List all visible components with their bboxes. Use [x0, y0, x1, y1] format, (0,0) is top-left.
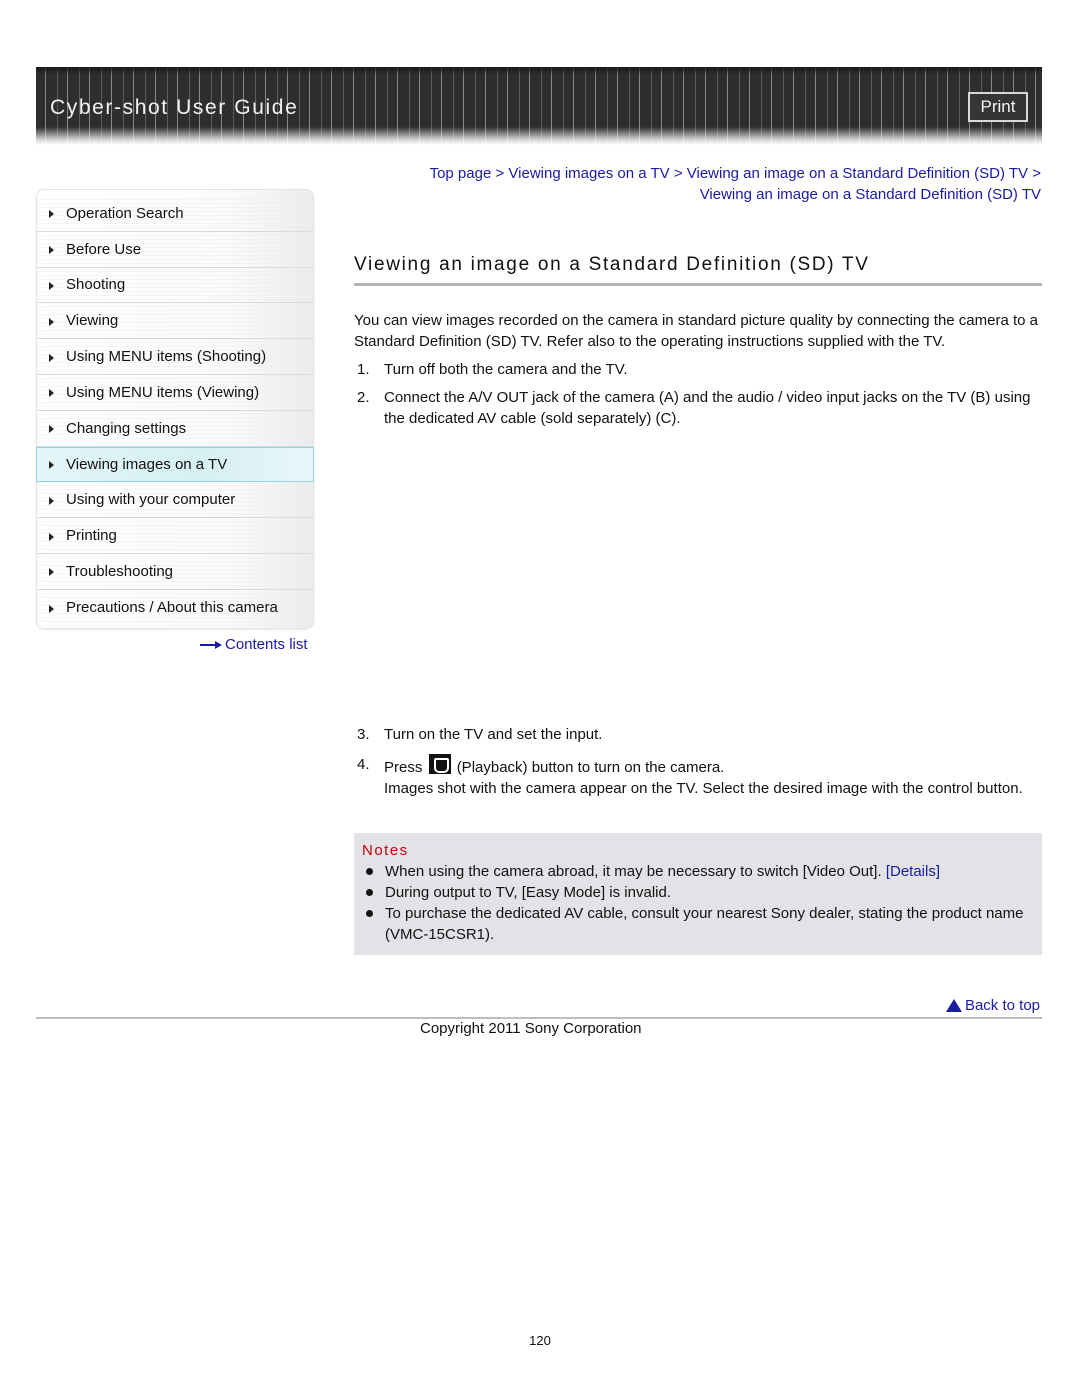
- contents-list-label: Contents list: [225, 636, 308, 653]
- page-title: Viewing an image on a Standard Definitio…: [354, 254, 870, 275]
- step-number: 4.: [357, 756, 370, 773]
- triangle-right-icon: [49, 281, 54, 290]
- bullet-icon: [362, 861, 385, 882]
- sidebar-item-menu-shooting[interactable]: Using MENU items (Shooting): [37, 339, 313, 375]
- breadcrumb-separator: >: [1032, 165, 1041, 182]
- footer-divider: [36, 1017, 1042, 1019]
- notes-box: Notes When using the camera abroad, it m…: [354, 833, 1042, 955]
- sidebar-item-viewing-on-tv[interactable]: Viewing images on a TV: [36, 446, 314, 483]
- step-number: 3.: [357, 726, 370, 743]
- step-text: Press (Playback) button to turn on the c…: [384, 754, 1042, 799]
- sidebar-item-label: Using MENU items (Viewing): [66, 383, 260, 401]
- sidebar-item-shooting[interactable]: Shooting: [37, 267, 313, 304]
- main-content-lower: 3. Turn on the TV and set the input. 4. …: [354, 724, 1042, 806]
- sidebar-item-troubleshooting[interactable]: Troubleshooting: [37, 553, 313, 590]
- breadcrumb-top-page[interactable]: Top page: [430, 165, 492, 182]
- title-divider: [354, 283, 1042, 286]
- sidebar-item-label: Shooting: [66, 276, 126, 294]
- bullet-icon: [362, 903, 385, 945]
- step-number: 1.: [357, 361, 370, 378]
- triangle-right-icon: [49, 389, 54, 398]
- sidebar-item-label: Precautions / About this camera: [66, 599, 278, 617]
- sidebar-item-label: Before Use: [66, 240, 142, 258]
- step-item: 3. Turn on the TV and set the input.: [354, 724, 1042, 745]
- sidebar-item-label: Viewing: [66, 312, 119, 330]
- page-number: 120: [529, 1333, 551, 1348]
- sidebar-item-label: Operation Search: [66, 204, 184, 222]
- sidebar-item-label: Viewing images on a TV: [66, 455, 228, 473]
- intro-paragraph: You can view images recorded on the came…: [354, 312, 1039, 350]
- step-number: 2.: [357, 389, 370, 406]
- sidebar-item-label: Using with your computer: [66, 491, 236, 509]
- breadcrumb-current-page[interactable]: Viewing an image on a Standard Definitio…: [700, 186, 1041, 203]
- note-text: When using the camera abroad, it may be …: [385, 861, 940, 882]
- bullet-icon: [362, 882, 385, 903]
- back-to-top-label: Back to top: [964, 997, 1040, 1014]
- step-text: Connect the A/V OUT jack of the camera (…: [384, 389, 1031, 427]
- step-text: Turn on the TV and set the input.: [384, 726, 603, 743]
- triangle-right-icon: [49, 604, 54, 613]
- triangle-right-icon: [49, 317, 54, 326]
- step-detail: Images shot with the camera appear on th…: [384, 780, 1023, 797]
- main-content: You can view images recorded on the came…: [354, 310, 1042, 436]
- breadcrumb: Top page > Viewing images on a TV > View…: [380, 163, 1041, 205]
- triangle-right-icon: [49, 496, 54, 505]
- step-text-after: (Playback) button to turn on the camera.: [456, 759, 725, 776]
- app-title: Cyber-shot User Guide: [50, 96, 299, 119]
- up-triangle-icon: [945, 999, 962, 1012]
- note-text-body: When using the camera abroad, it may be …: [385, 863, 882, 880]
- note-item: When using the camera abroad, it may be …: [362, 861, 1032, 882]
- triangle-right-icon: [49, 532, 54, 541]
- playback-icon: [428, 754, 451, 774]
- print-button[interactable]: Print: [968, 92, 1028, 122]
- triangle-right-icon: [49, 425, 54, 434]
- sidebar-item-changing-settings[interactable]: Changing settings: [37, 410, 313, 447]
- sidebar-item-precautions[interactable]: Precautions / About this camera: [37, 589, 313, 626]
- note-item: During output to TV, [Easy Mode] is inva…: [362, 882, 1032, 903]
- step-item: 4. Press (Playback) button to turn on th…: [354, 754, 1042, 799]
- sidebar-item-before-use[interactable]: Before Use: [37, 231, 313, 268]
- sidebar-item-operation-search[interactable]: Operation Search: [37, 196, 313, 232]
- triangle-right-icon: [49, 461, 54, 470]
- sidebar-item-label: Troubleshooting: [66, 562, 174, 580]
- sidebar-item-printing[interactable]: Printing: [37, 518, 313, 554]
- breadcrumb-sd-tv-parent[interactable]: Viewing an image on a Standard Definitio…: [687, 165, 1028, 182]
- arrow-right-icon: [200, 640, 222, 650]
- step-item: 1. Turn off both the camera and the TV.: [354, 359, 1042, 380]
- sidebar-item-label: Using MENU items (Shooting): [66, 348, 267, 366]
- triangle-right-icon: [49, 353, 54, 362]
- header-banner: Cyber-shot User Guide Print: [36, 67, 1042, 145]
- breadcrumb-separator: >: [495, 165, 505, 182]
- breadcrumb-viewing-on-tv[interactable]: Viewing images on a TV: [508, 165, 669, 182]
- step-text: Turn off both the camera and the TV.: [384, 361, 628, 378]
- sidebar-nav: Operation Search Before Use Shooting Vie…: [36, 189, 314, 629]
- note-text: During output to TV, [Easy Mode] is inva…: [385, 884, 671, 901]
- breadcrumb-separator: >: [673, 165, 683, 182]
- sidebar-item-menu-viewing[interactable]: Using MENU items (Viewing): [37, 374, 313, 411]
- contents-list-link[interactable]: Contents list: [200, 636, 308, 653]
- sidebar-item-viewing[interactable]: Viewing: [37, 303, 313, 340]
- triangle-right-icon: [49, 246, 54, 255]
- step-item: 2. Connect the A/V OUT jack of the camer…: [354, 387, 1042, 429]
- sidebar-item-label: Printing: [66, 527, 117, 545]
- note-item: To purchase the dedicated AV cable, cons…: [362, 903, 1032, 945]
- notes-title: Notes: [362, 842, 409, 859]
- sidebar-item-label: Changing settings: [66, 419, 187, 437]
- triangle-right-icon: [49, 568, 54, 577]
- triangle-right-icon: [49, 210, 54, 219]
- step-text-before: Press: [384, 759, 423, 776]
- sidebar-item-using-computer[interactable]: Using with your computer: [37, 482, 313, 519]
- back-to-top-link[interactable]: Back to top: [945, 997, 1040, 1014]
- details-link[interactable]: [Details]: [886, 863, 940, 880]
- copyright-text: Copyright 2011 Sony Corporation: [420, 1020, 642, 1037]
- note-text: To purchase the dedicated AV cable, cons…: [385, 905, 1024, 943]
